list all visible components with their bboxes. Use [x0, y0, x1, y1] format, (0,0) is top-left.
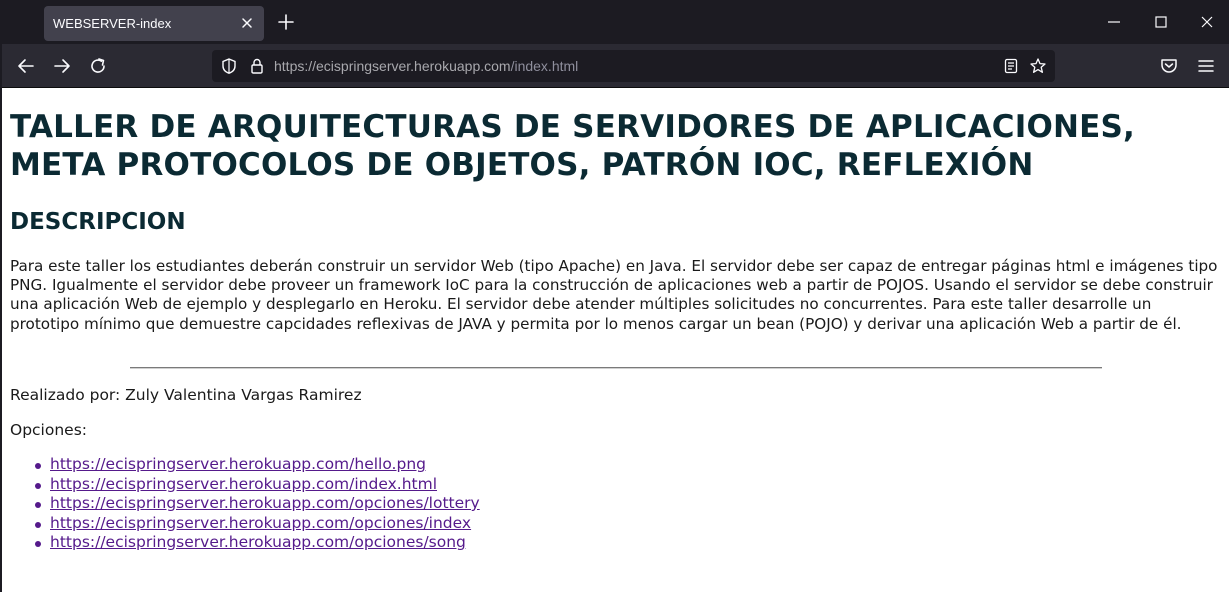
- option-link-index-html[interactable]: https://ecispringserver.herokuapp.com/in…: [50, 475, 437, 493]
- bookmark-star-icon[interactable]: [1029, 57, 1047, 75]
- new-tab-icon[interactable]: [276, 12, 296, 32]
- list-item: https://ecispringserver.herokuapp.com/op…: [10, 514, 480, 534]
- page-title: TALLER DE ARQUITECTURAS DE SERVIDORES DE…: [10, 108, 1220, 184]
- window-border: [0, 0, 2, 592]
- reader-view-icon[interactable]: [1002, 57, 1020, 75]
- list-item: https://ecispringserver.herokuapp.com/he…: [10, 455, 480, 475]
- section-heading: DESCRIPCION: [10, 209, 186, 235]
- horizontal-divider: [130, 367, 1102, 369]
- close-window-icon[interactable]: [1197, 12, 1217, 32]
- options-list: https://ecispringserver.herokuapp.com/he…: [10, 455, 480, 553]
- browser-titlebar: WEBSERVER-index: [0, 0, 1229, 44]
- minimize-icon[interactable]: [1104, 12, 1124, 32]
- close-tab-icon[interactable]: [238, 14, 256, 32]
- option-link-song[interactable]: https://ecispringserver.herokuapp.com/op…: [50, 533, 466, 551]
- lock-icon[interactable]: [248, 57, 266, 75]
- url-host: https://ecispringserver.herokuapp.com: [274, 58, 511, 74]
- options-label: Opciones:: [10, 421, 88, 439]
- option-link-hello-png[interactable]: https://ecispringserver.herokuapp.com/he…: [50, 455, 426, 473]
- maximize-icon[interactable]: [1151, 12, 1171, 32]
- list-item: https://ecispringserver.herokuapp.com/op…: [10, 494, 480, 514]
- forward-arrow-icon[interactable]: [50, 54, 74, 78]
- description-paragraph: Para este taller los estudiantes deberán…: [10, 257, 1218, 333]
- hamburger-menu-icon[interactable]: [1194, 54, 1218, 78]
- url-text[interactable]: https://ecispringserver.herokuapp.com/in…: [274, 58, 578, 74]
- shield-icon[interactable]: [220, 57, 238, 75]
- browser-toolbar: https://ecispringserver.herokuapp.com/in…: [0, 44, 1229, 88]
- option-link-lottery[interactable]: https://ecispringserver.herokuapp.com/op…: [50, 494, 480, 512]
- back-arrow-icon[interactable]: [14, 54, 38, 78]
- list-item: https://ecispringserver.herokuapp.com/in…: [10, 475, 480, 495]
- list-item: https://ecispringserver.herokuapp.com/op…: [10, 533, 480, 553]
- reload-icon[interactable]: [86, 54, 110, 78]
- tab-title: WEBSERVER-index: [53, 16, 172, 31]
- url-path: /index.html: [510, 58, 579, 74]
- address-bar[interactable]: https://ecispringserver.herokuapp.com/in…: [212, 50, 1055, 82]
- browser-tab[interactable]: WEBSERVER-index: [44, 6, 264, 41]
- page-title-line-2: META PROTOCOLOS DE OBJETOS, PATRÓN IOC, …: [10, 147, 1034, 183]
- option-link-index[interactable]: https://ecispringserver.herokuapp.com/op…: [50, 514, 471, 532]
- page-title-line-1: TALLER DE ARQUITECTURAS DE SERVIDORES DE…: [10, 109, 1136, 145]
- author-line: Realizado por: Zuly Valentina Vargas Ram…: [10, 386, 362, 404]
- pocket-icon[interactable]: [1157, 54, 1181, 78]
